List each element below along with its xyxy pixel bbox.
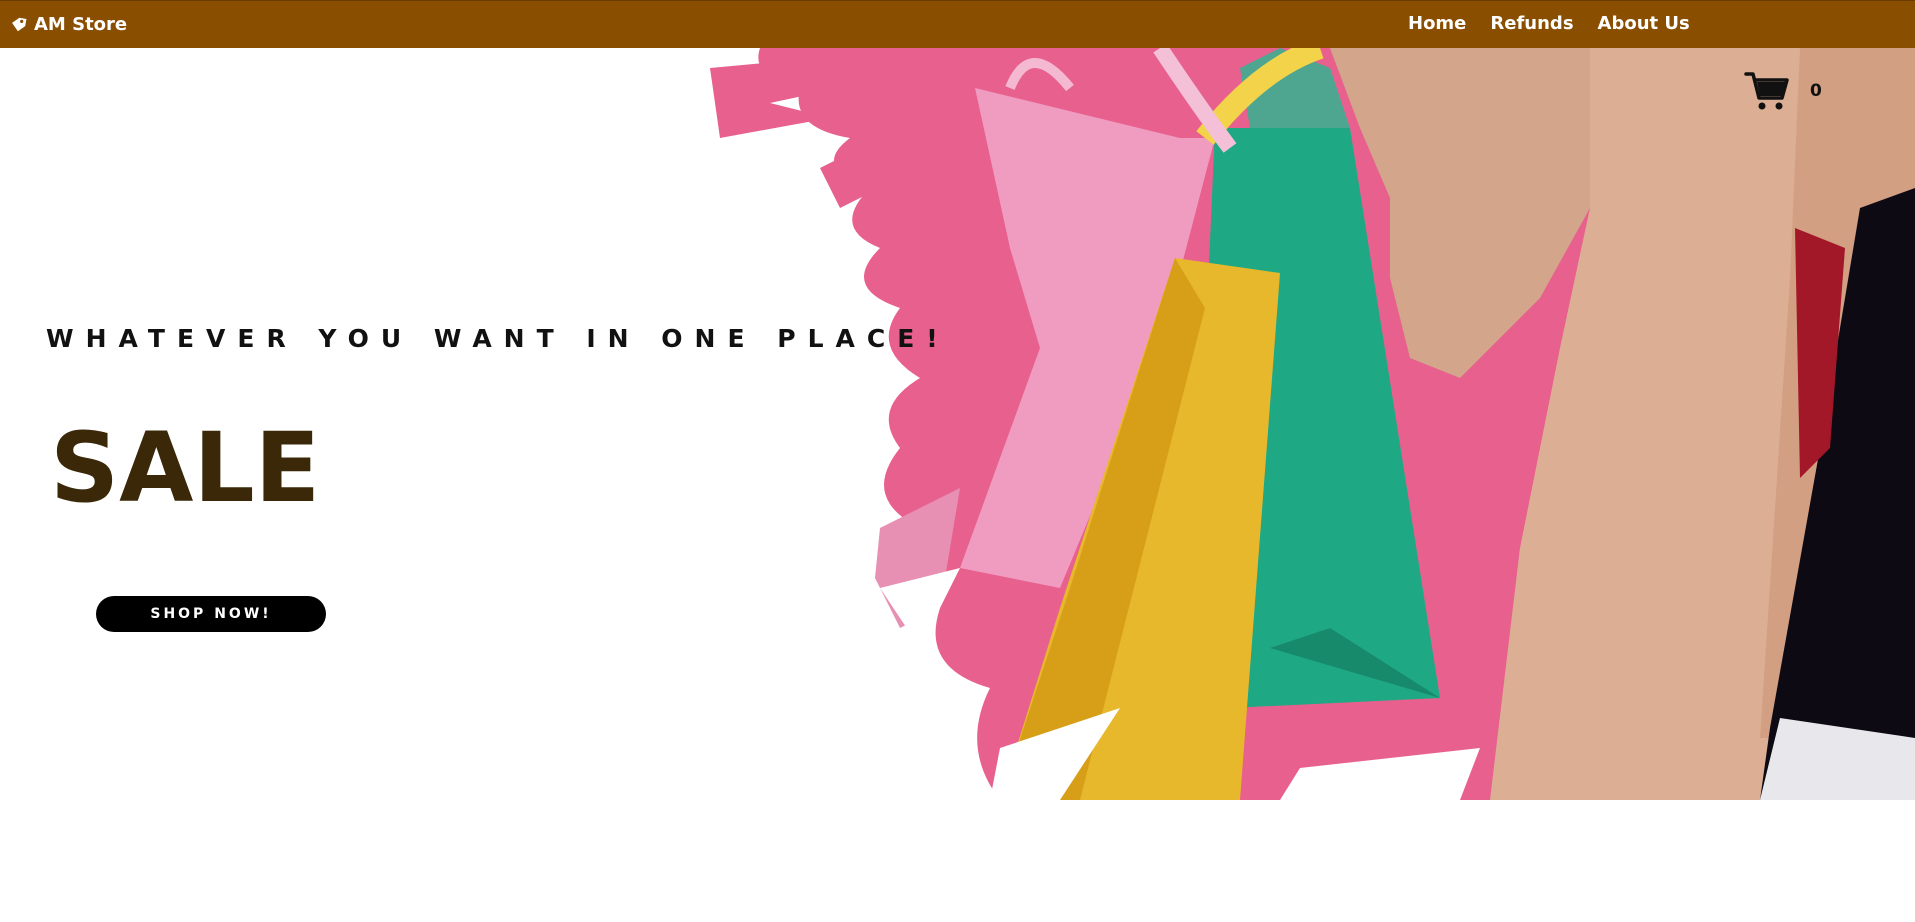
brand-link[interactable]: AM Store — [10, 14, 127, 35]
shop-now-button[interactable]: SHOP NOW! — [96, 596, 326, 632]
tag-icon — [12, 17, 27, 31]
main-nav: Home Refunds About Us — [1408, 13, 1690, 34]
hero-title: SALE — [50, 412, 321, 524]
cart-button[interactable]: 0 — [1744, 70, 1822, 112]
hero-banner: WHATEVER YOU WANT IN ONE PLACE! SALE SHO… — [0, 48, 1915, 800]
cart-count: 0 — [1810, 81, 1822, 101]
hero-tagline: WHATEVER YOU WANT IN ONE PLACE! — [46, 324, 950, 353]
cart-icon — [1744, 72, 1789, 110]
nav-home[interactable]: Home — [1408, 13, 1466, 34]
nav-refunds[interactable]: Refunds — [1490, 13, 1573, 34]
top-navbar: AM Store Home Refunds About Us — [0, 0, 1915, 48]
brand-name: AM Store — [34, 14, 128, 35]
nav-about-us[interactable]: About Us — [1598, 13, 1690, 34]
